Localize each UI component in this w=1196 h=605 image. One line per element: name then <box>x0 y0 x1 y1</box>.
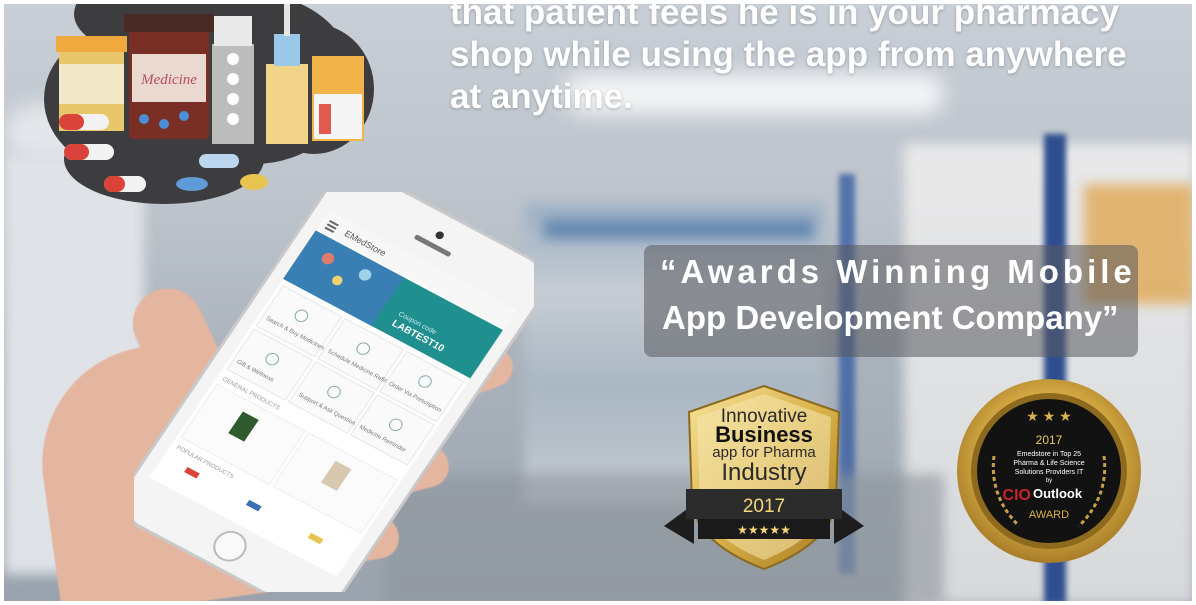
cio-outlook-award-badge: ★ ★ ★ 2017 Emedstore in Top 25 Pharma & … <box>957 379 1141 563</box>
hero-headline: that patient feels he is in your pharmac… <box>450 4 1190 118</box>
cio-text-2: Pharma & Life Science <box>1013 460 1084 467</box>
hero-line-1: that patient feels he is in your pharmac… <box>450 4 1120 32</box>
cio-brand-a: CIO <box>1003 487 1031 504</box>
tagline-line-1: “Awards Winning Mobile <box>660 253 1136 290</box>
cio-text-1: Emedstore in Top 25 <box>1017 451 1081 458</box>
hero-line-3: at anytime. <box>450 77 633 116</box>
badge-year: 2017 <box>743 496 785 517</box>
shelf-center-items <box>544 219 814 239</box>
cio-brand-b: Outlook <box>1033 486 1083 501</box>
cio-stars: ★ ★ ★ <box>1026 408 1071 424</box>
hero-line-2: shop while using the app from anywhere <box>450 35 1127 74</box>
medicine-illustration: Medicine <box>56 4 364 192</box>
bottle-label: Medicine <box>140 72 197 88</box>
badge-stars: ★★★★★ <box>737 523 791 537</box>
cio-text-4: by <box>1046 478 1052 484</box>
cio-award: AWARD <box>1029 509 1069 521</box>
tagline-box: “Awards Winning Mobile App Development C… <box>644 245 1138 357</box>
cio-year: 2017 <box>1036 433 1063 447</box>
smartphone: EMedStore Coupon code LABTEST10 Search &… <box>134 192 534 592</box>
badge-line-4: Industry <box>721 459 806 486</box>
tagline-line-2: App Development Company” <box>662 299 1119 336</box>
cio-text-3: Solutions Providers IT <box>1015 469 1084 476</box>
innovative-business-badge: Innovative Business app for Pharma Indus… <box>664 384 864 571</box>
promo-banner: Medicine that patient feels he is in you… <box>4 4 1192 601</box>
